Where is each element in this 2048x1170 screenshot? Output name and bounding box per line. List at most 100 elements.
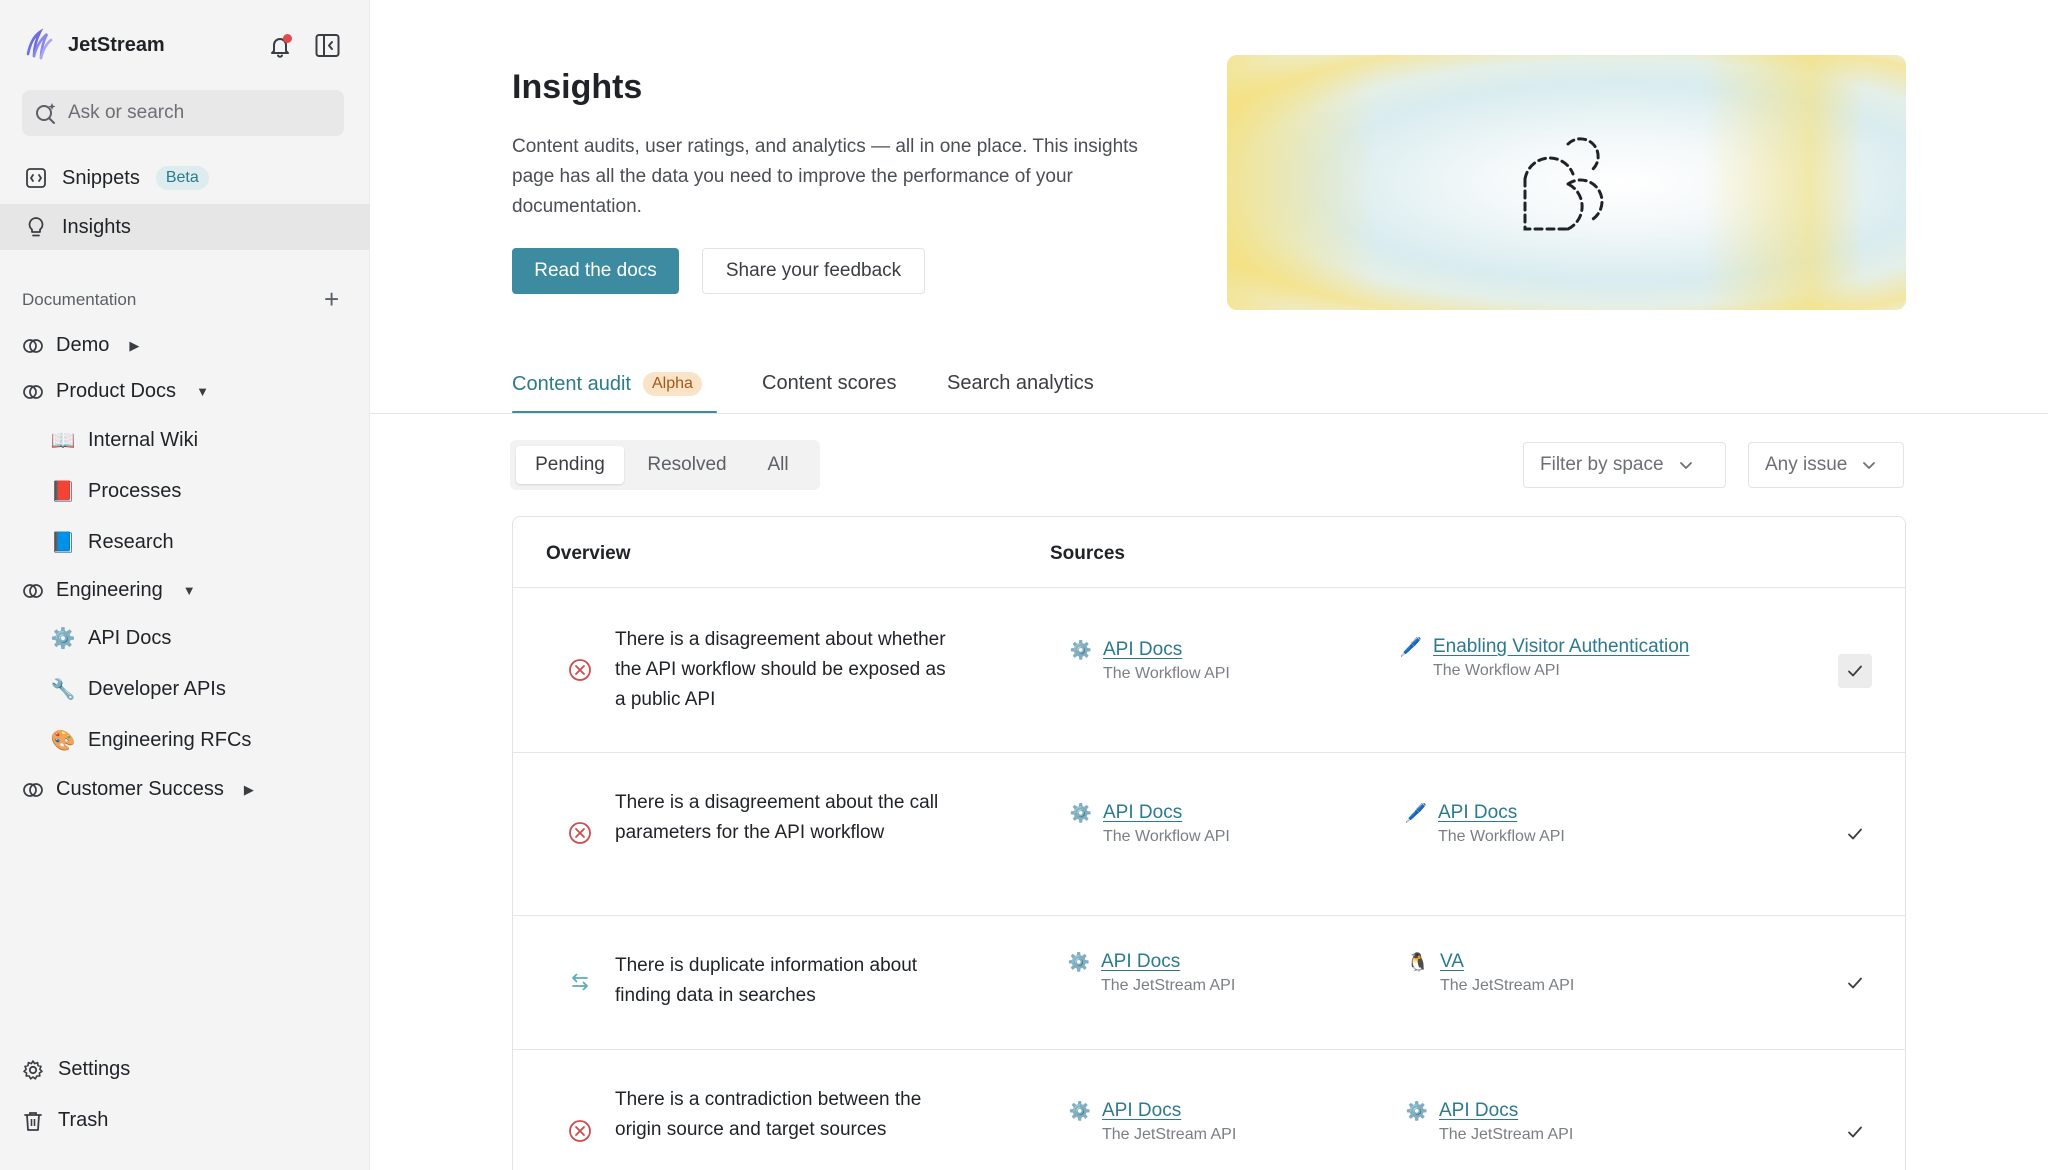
source-subtitle: The Workflow API — [1103, 828, 1230, 845]
source-1[interactable]: ⚙️ API Docs The JetStream API — [1067, 951, 1236, 995]
page-internal-wiki[interactable]: 📖 Internal Wiki — [50, 428, 198, 453]
search-icon — [36, 103, 56, 124]
source-subtitle: The JetStream API — [1102, 1126, 1237, 1143]
caret-down-icon[interactable]: ▼ — [196, 384, 209, 399]
page-engineering-rfcs[interactable]: 🎨 Engineering RFCs — [50, 728, 252, 753]
page-api-docs[interactable]: ⚙️ API Docs — [50, 626, 172, 651]
jetstream-logo-icon — [26, 28, 53, 60]
space-name: Product Docs — [56, 380, 177, 402]
sidebar-item-insights[interactable]: Insights — [0, 204, 370, 250]
trash-icon — [24, 1111, 42, 1131]
source-1[interactable]: ⚙️ API Docs The Workflow API — [1069, 802, 1230, 846]
page-developer-apis[interactable]: 🔧 Developer APIs — [50, 677, 226, 702]
source-link[interactable]: Enabling Visitor Authentication — [1433, 636, 1689, 658]
segment-resolved[interactable]: Resolved — [634, 446, 740, 484]
space-demo[interactable]: Demo ▶ — [22, 334, 139, 357]
source-subtitle: The JetStream API — [1440, 977, 1575, 994]
content-audit-table: Overview Sources There is a disagreement… — [512, 516, 1906, 1170]
source-link[interactable]: VA — [1440, 951, 1464, 973]
beta-badge: Beta — [155, 166, 209, 190]
resolve-button[interactable] — [1838, 817, 1872, 851]
segment-all[interactable]: All — [748, 446, 808, 484]
tab-content-scores[interactable]: Content scores — [762, 372, 897, 395]
brand[interactable]: JetStream — [22, 28, 165, 62]
documentation-section-label: Documentation — [22, 290, 137, 309]
page-emoji-icon: 📖 — [50, 430, 76, 452]
issue-text: There is a disagreement about the call p… — [615, 792, 939, 843]
insights-hero-banner — [1227, 55, 1906, 310]
check-icon — [1848, 665, 1862, 677]
filter-by-space-dropdown[interactable]: Filter by space — [1523, 442, 1726, 488]
issue-text: There is a disagreement about whether th… — [615, 629, 946, 710]
issue-text: There is a contradiction between the ori… — [615, 1089, 922, 1140]
segment-pending[interactable]: Pending — [516, 446, 624, 484]
tab-search-analytics[interactable]: Search analytics — [947, 372, 1094, 395]
snippets-icon — [26, 168, 46, 188]
space-name: Engineering — [56, 579, 163, 601]
page-title: Insights — [512, 68, 643, 106]
caret-right-icon[interactable]: ▶ — [129, 338, 139, 354]
source-link[interactable]: API Docs — [1103, 802, 1182, 824]
source-link[interactable]: API Docs — [1103, 639, 1182, 661]
page-description: Content audits, user ratings, and analyt… — [512, 136, 1138, 217]
page-research[interactable]: 📘 Research — [50, 530, 174, 555]
source-emoji-icon: ⚙️ — [1069, 639, 1093, 660]
page-name: Research — [88, 531, 174, 553]
page-name: Internal Wiki — [88, 429, 199, 451]
source-2[interactable]: 🖊️ Enabling Visitor Authentication The Wo… — [1399, 636, 1690, 680]
caret-right-icon[interactable]: ▶ — [244, 782, 254, 798]
share-feedback-button[interactable]: Share your feedback — [702, 248, 925, 294]
lightbulb-icon — [28, 217, 44, 237]
page-emoji-icon: 🔧 — [50, 679, 76, 701]
app-name: JetStream — [68, 33, 165, 56]
source-emoji-icon: ⚙️ — [1068, 1100, 1092, 1121]
page-emoji-icon: 📕 — [50, 481, 76, 503]
resolve-button[interactable] — [1838, 654, 1872, 688]
source-subtitle: The JetStream API — [1101, 977, 1236, 994]
source-emoji-icon: ⚙️ — [1069, 802, 1093, 823]
sidebar-item-snippets[interactable]: Snippets Beta — [0, 155, 370, 201]
duplicate-arrows-icon — [572, 973, 588, 991]
source-2[interactable]: 🖊️ API Docs The Workflow API — [1404, 802, 1565, 846]
tab-label: Content scores — [762, 372, 897, 394]
source-link[interactable]: API Docs — [1102, 1100, 1181, 1122]
source-subtitle: The Workflow API — [1438, 828, 1565, 845]
tab-label: Content audit — [512, 372, 631, 395]
resolve-button[interactable] — [1838, 966, 1872, 1000]
add-space-icon[interactable]: + — [324, 286, 339, 312]
space-customer-success[interactable]: Customer Success ▶ — [22, 778, 254, 801]
source-emoji-icon: ⚙️ — [1405, 1100, 1429, 1121]
space-name: Demo — [56, 334, 110, 356]
space-product-docs[interactable]: Product Docs ▼ — [22, 380, 209, 403]
check-icon — [1848, 828, 1862, 840]
error-circle-icon — [569, 1120, 591, 1142]
space-engineering[interactable]: Engineering ▼ — [22, 579, 196, 602]
sidebar-item-settings[interactable]: Settings — [22, 1058, 130, 1081]
alpha-badge: Alpha — [642, 372, 702, 396]
source-1[interactable]: ⚙️ API Docs The Workflow API — [1069, 639, 1230, 683]
resolve-button[interactable] — [1838, 1115, 1872, 1149]
space-icon — [23, 384, 43, 399]
tab-content-audit[interactable]: Content audit Alpha — [512, 372, 702, 396]
collapse-sidebar-icon[interactable] — [314, 32, 341, 59]
source-2[interactable]: ⚙️ API Docs The JetStream API — [1405, 1100, 1574, 1144]
source-link[interactable]: API Docs — [1438, 802, 1517, 824]
read-docs-button[interactable]: Read the docs — [512, 248, 679, 294]
notification-dot — [283, 34, 292, 43]
sidebar-item-trash[interactable]: Trash — [22, 1109, 108, 1132]
source-subtitle: The Workflow API — [1433, 662, 1560, 679]
tab-label: Search analytics — [947, 372, 1094, 394]
caret-down-icon[interactable]: ▼ — [183, 583, 196, 598]
source-link[interactable]: API Docs — [1101, 951, 1180, 973]
search-input[interactable]: Ask or search — [22, 90, 344, 136]
source-emoji-icon: ⚙️ — [1067, 951, 1091, 972]
source-1[interactable]: ⚙️ API Docs The JetStream API — [1068, 1100, 1237, 1144]
source-2[interactable]: 🐧 VA The JetStream API — [1406, 951, 1575, 995]
any-issue-dropdown[interactable]: Any issue — [1748, 442, 1904, 488]
page-processes[interactable]: 📕 Processes — [50, 479, 182, 504]
tabs-divider — [370, 413, 2048, 414]
gear-icon — [23, 1059, 43, 1080]
source-link[interactable]: API Docs — [1439, 1100, 1518, 1122]
source-emoji-icon: 🐧 — [1406, 951, 1430, 972]
page-name: Engineering RFCs — [88, 729, 252, 751]
